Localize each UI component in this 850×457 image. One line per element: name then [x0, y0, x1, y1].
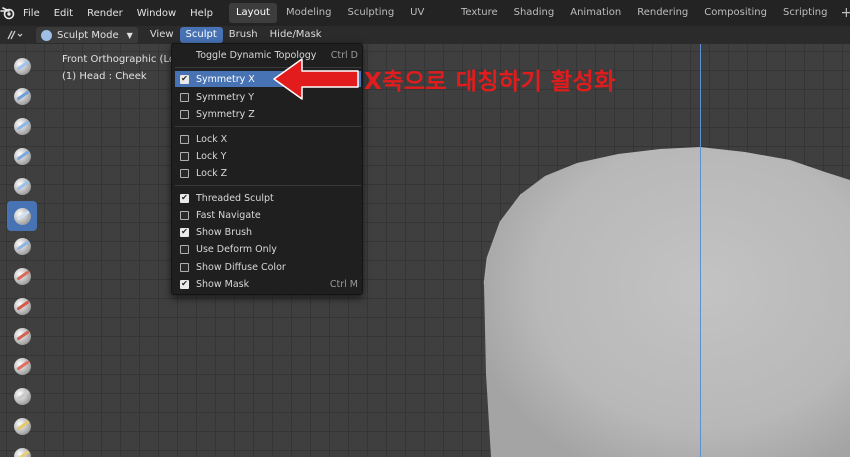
- editor-header: Sculpt Mode ▼ View Sculpt Brush Hide/Mas…: [0, 26, 850, 44]
- tab-rendering[interactable]: Rendering: [630, 3, 695, 23]
- checkbox-empty-icon[interactable]: [180, 210, 189, 220]
- clay-strips-brush-tool[interactable]: [10, 144, 34, 168]
- tab-uv-editing[interactable]: UV Editing: [403, 3, 452, 38]
- menu-item-lock-x[interactable]: Lock X: [175, 131, 361, 147]
- clay-strips-brush-icon: [13, 147, 31, 165]
- header-menu-view[interactable]: View: [144, 27, 180, 43]
- 3d-viewport[interactable]: Front Orthographic (Loca (1) Head : Chee…: [0, 44, 850, 457]
- smooth-brush-tool[interactable]: [10, 324, 34, 348]
- menu-item-show-mask[interactable]: ✔ Show Mask Ctrl M: [175, 276, 361, 292]
- header-menu-sculpt[interactable]: Sculpt: [179, 27, 223, 43]
- fill-brush-tool[interactable]: [10, 384, 34, 408]
- checkbox-checked-icon[interactable]: ✔: [180, 193, 189, 203]
- menu-item-threaded-sculpt[interactable]: ✔ Threaded Sculpt: [175, 190, 361, 206]
- menu-help[interactable]: Help: [183, 8, 220, 19]
- menu-item-lock-z[interactable]: Lock Z: [175, 165, 361, 181]
- draw-sharp-brush-icon: [13, 87, 31, 105]
- checkbox-checked-icon[interactable]: ✔: [180, 227, 189, 237]
- fill-brush-icon: [13, 387, 31, 405]
- add-workspace-button[interactable]: +: [836, 5, 850, 21]
- checkbox-empty-icon[interactable]: [180, 109, 189, 119]
- blob-brush-tool[interactable]: [10, 264, 34, 288]
- inflate-brush-tool[interactable]: [10, 234, 34, 258]
- tab-modeling[interactable]: Modeling: [279, 3, 339, 23]
- draw-brush-icon: [13, 57, 31, 75]
- tab-shading[interactable]: Shading: [507, 3, 562, 23]
- pinch-brush-tool[interactable]: [10, 444, 34, 457]
- sculpt-toolbar: [0, 44, 44, 457]
- checkbox-empty-icon[interactable]: [180, 168, 189, 178]
- editor-type-icon[interactable]: [0, 26, 30, 44]
- tab-scripting[interactable]: Scripting: [776, 3, 834, 23]
- top-menubar: File Edit Render Window Help Layout Mode…: [0, 0, 850, 38]
- viewport-view-name: Front Orthographic (Loca: [62, 54, 187, 65]
- clay-brush-icon: [13, 117, 31, 135]
- header-menu: View Sculpt Brush Hide/Mask: [144, 27, 328, 43]
- menu-file[interactable]: File: [16, 8, 47, 19]
- menu-edit[interactable]: Edit: [47, 8, 80, 19]
- mode-selector[interactable]: Sculpt Mode ▼: [36, 27, 138, 43]
- flatten-brush-icon: [13, 357, 31, 375]
- tab-animation[interactable]: Animation: [563, 3, 628, 23]
- crease-brush-tool[interactable]: [10, 294, 34, 318]
- workspace-tabs: Layout Modeling Sculpting UV Editing Tex…: [228, 3, 850, 38]
- menu-render[interactable]: Render: [80, 8, 130, 19]
- pinch-brush-icon: [13, 447, 31, 457]
- header-menu-brush[interactable]: Brush: [223, 27, 264, 43]
- draw-sharp-brush-tool[interactable]: [10, 84, 34, 108]
- viewport-object-name: (1) Head : Cheek: [62, 71, 147, 82]
- header-menu-hide-mask[interactable]: Hide/Mask: [264, 27, 328, 43]
- tab-layout[interactable]: Layout: [228, 3, 277, 23]
- clay-thumb-brush-icon: [13, 177, 31, 195]
- head-mesh[interactable]: [0, 44, 850, 457]
- checkbox-checked-icon[interactable]: ✔: [180, 279, 189, 289]
- menu-item-use-deform-only[interactable]: Use Deform Only: [175, 241, 361, 257]
- checkbox-empty-icon[interactable]: [180, 244, 189, 254]
- menu-item-show-diffuse-color[interactable]: Show Diffuse Color: [175, 259, 361, 275]
- tab-compositing[interactable]: Compositing: [697, 3, 774, 23]
- menu-separator: [175, 126, 361, 127]
- checkbox-empty-icon[interactable]: [180, 134, 189, 144]
- clay-brush-tool[interactable]: [10, 114, 34, 138]
- layer-brush-tool[interactable]: [7, 201, 37, 231]
- menu-separator: [175, 185, 361, 186]
- x-mirror-axis-line: [700, 44, 701, 457]
- crease-brush-icon: [13, 297, 31, 315]
- menu-item-fast-navigate[interactable]: Fast Navigate: [175, 207, 361, 223]
- layer-brush-icon: [13, 207, 31, 225]
- scrape-brush-tool[interactable]: [10, 414, 34, 438]
- blob-brush-icon: [13, 267, 31, 285]
- main-menu: File Edit Render Window Help: [16, 8, 220, 19]
- tab-sculpting[interactable]: Sculpting: [340, 3, 401, 23]
- blender-logo-icon[interactable]: [0, 0, 16, 26]
- flatten-brush-tool[interactable]: [10, 354, 34, 378]
- scrape-brush-icon: [13, 417, 31, 435]
- sculpt-mode-icon: [41, 29, 52, 41]
- red-arrow-annotation: [273, 58, 359, 100]
- inflate-brush-icon: [13, 237, 31, 255]
- tab-texture-paint[interactable]: Texture Paint: [454, 3, 505, 38]
- menu-item-symmetry-z[interactable]: Symmetry Z: [175, 106, 361, 122]
- smooth-brush-icon: [13, 327, 31, 345]
- checkbox-empty-icon[interactable]: [180, 151, 189, 161]
- checkbox-checked-icon[interactable]: ✔: [180, 74, 189, 84]
- clay-thumb-brush-tool[interactable]: [10, 174, 34, 198]
- menu-item-show-brush[interactable]: ✔ Show Brush: [175, 224, 361, 240]
- menu-item-lock-y[interactable]: Lock Y: [175, 148, 361, 164]
- menu-window[interactable]: Window: [130, 8, 183, 19]
- checkbox-empty-icon[interactable]: [180, 92, 189, 102]
- draw-brush-tool[interactable]: [10, 54, 34, 78]
- chevron-down-icon: ▼: [126, 30, 133, 40]
- checkbox-empty-icon[interactable]: [180, 262, 189, 272]
- annotation-text: X축으로 대칭하기 활성화: [364, 69, 616, 95]
- mode-label: Sculpt Mode: [57, 29, 119, 41]
